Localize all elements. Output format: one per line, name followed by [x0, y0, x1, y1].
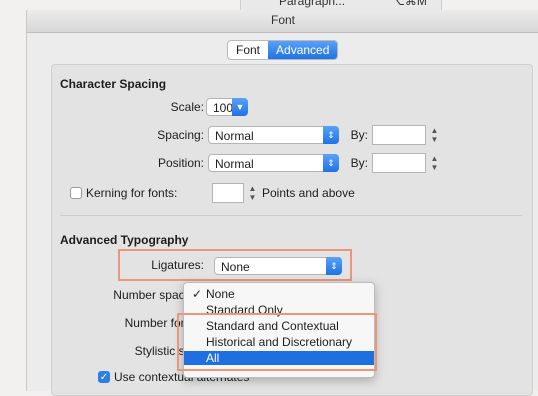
- menu-item-label: None: [206, 287, 235, 301]
- spacing-popup[interactable]: Normal ⇕: [208, 126, 339, 144]
- background-menu-item: Paragraph...: [279, 0, 346, 8]
- tab-advanced[interactable]: Advanced: [268, 41, 338, 59]
- kerning-checkbox[interactable]: [70, 187, 82, 199]
- scale-combo[interactable]: 100% ▼: [206, 98, 248, 116]
- kerning-field[interactable]: [212, 183, 244, 203]
- character-spacing-heading: Character Spacing: [60, 77, 167, 91]
- spacing-value: Normal: [215, 129, 254, 143]
- font-dialog: Font Font Advanced Character Spacing Sca…: [26, 10, 538, 396]
- kerning-label: Kerning for fonts:: [86, 186, 178, 200]
- position-value: Normal: [215, 157, 254, 171]
- position-by-field[interactable]: [372, 153, 426, 173]
- menu-item-none[interactable]: ✓ None: [184, 287, 374, 301]
- scale-label: Scale:: [170, 100, 204, 114]
- kerning-suffix: Points and above: [262, 186, 355, 200]
- spacing-by-stepper[interactable]: ▲ ▼: [430, 126, 439, 144]
- background-menu: Paragraph... ⌥⌘M: [240, 0, 442, 10]
- tab-font[interactable]: Font: [228, 41, 268, 59]
- spacing-label: Spacing:: [157, 128, 204, 142]
- spacing-by-label: By:: [350, 128, 368, 142]
- chevron-updown-icon: ⇕: [323, 154, 339, 172]
- window-title: Font: [27, 10, 538, 33]
- position-label: Position:: [157, 156, 204, 170]
- background-menu-shortcut: ⌥⌘M: [391, 0, 427, 8]
- spacing-by-field[interactable]: [372, 125, 426, 145]
- position-by-label: By:: [350, 156, 368, 170]
- kerning-stepper[interactable]: ▲ ▼: [248, 184, 257, 202]
- position-popup[interactable]: Normal ⇕: [208, 154, 339, 172]
- menu-options-highlight: [177, 313, 377, 371]
- checkmark-icon: ✓: [192, 287, 203, 301]
- position-by-stepper[interactable]: ▲ ▼: [430, 154, 439, 172]
- section-divider: [60, 215, 522, 216]
- chevron-updown-icon: ⇕: [323, 126, 339, 144]
- chevron-down-icon[interactable]: ▼: [232, 98, 248, 116]
- contextual-checkbox[interactable]: ✓: [98, 371, 110, 383]
- tab-bar: Font Advanced: [227, 40, 339, 60]
- ligatures-highlight: [118, 249, 352, 281]
- advanced-typography-heading: Advanced Typography: [60, 233, 189, 247]
